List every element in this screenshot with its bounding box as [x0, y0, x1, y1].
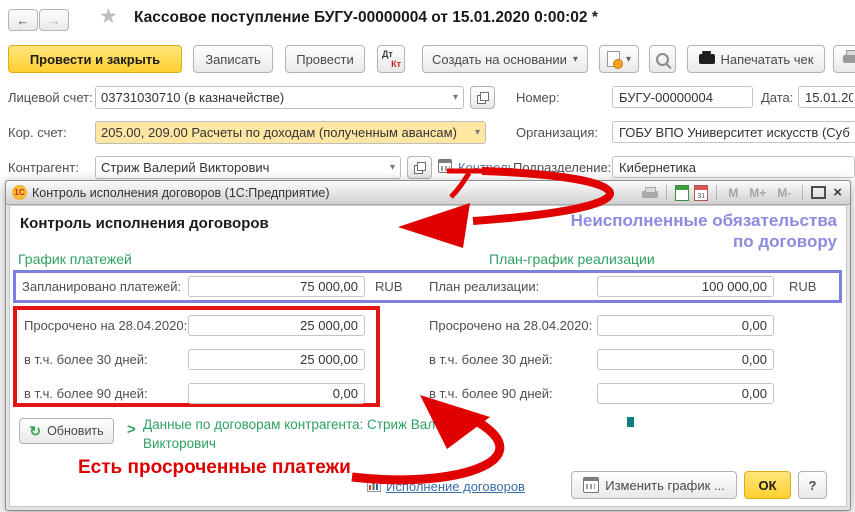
search-icon [656, 53, 669, 66]
favorite-star-icon[interactable]: ★ [99, 4, 118, 29]
separator [802, 185, 803, 200]
help-button[interactable]: ? [798, 471, 827, 499]
open-link-icon [414, 162, 426, 174]
chevron-down-icon: ▾ [626, 54, 631, 65]
calendar-icon [583, 477, 599, 493]
overdue-label: Просрочено на 28.04.2020: [24, 318, 187, 333]
print-preview-icon[interactable] [642, 191, 658, 198]
report-chart-icon [367, 478, 381, 492]
maximize-icon[interactable] [811, 186, 826, 199]
department-label: Подразделение: [513, 160, 611, 175]
refresh-icon: ↻ [29, 423, 41, 440]
document-clock-icon [607, 51, 620, 67]
teal-marker [627, 417, 634, 427]
calendar-icon[interactable]: 31 [694, 185, 708, 201]
corr-account-label: Кор. счет: [8, 125, 67, 140]
write-button[interactable]: Записать [193, 45, 273, 73]
post-and-close-button[interactable]: Провести и закрыть [8, 45, 182, 73]
over30-label-right: в т.ч. более 30 дней: [429, 352, 553, 367]
cash-register-icon [699, 54, 715, 64]
app-window: ← → ★ Кассовое поступление БУГУ-00000004… [0, 0, 855, 512]
corr-account-input[interactable] [96, 125, 470, 140]
over90-label-right: в т.ч. более 90 дней: [429, 386, 553, 401]
dt-icon: Дт [382, 49, 393, 59]
page-title: Кассовое поступление БУГУ-00000004 от 15… [134, 9, 598, 27]
chevron-down-icon[interactable]: ▾ [385, 162, 400, 173]
close-icon[interactable]: × [831, 184, 844, 201]
forward-arrow-icon: → [48, 13, 61, 28]
print-check-button[interactable]: Напечатать чек [687, 45, 825, 73]
payments-section-heading: График платежей [18, 251, 132, 267]
over90-label: в т.ч. более 90 дней: [24, 386, 148, 401]
over30-input[interactable] [188, 349, 365, 370]
contractor-open-button[interactable] [407, 156, 432, 179]
account-input[interactable] [96, 90, 448, 105]
contractor-label: Контрагент: [8, 160, 79, 175]
control-link[interactable]: Контроль [458, 160, 514, 175]
nav-forward-button[interactable]: → [39, 9, 69, 31]
number-input[interactable] [612, 86, 753, 108]
search-button[interactable] [649, 45, 676, 73]
refresh-button[interactable]: ↻ Обновить [19, 418, 114, 444]
overdue-payments-note: Есть просроченные платежи [78, 457, 351, 479]
realization-plan-label: План реализации: [429, 279, 539, 294]
unfulfilled-obligations-note: Неисполненные обязательства по договору [571, 210, 837, 252]
realization-plan-input[interactable] [597, 276, 774, 297]
over30-label: в т.ч. более 30 дней: [24, 352, 148, 367]
account-label: Лицевой счет: [8, 90, 93, 105]
over30-input-right[interactable] [597, 349, 774, 370]
department-input[interactable] [612, 156, 855, 178]
chevron-down-icon: ▾ [573, 54, 578, 65]
corr-account-combo: ▾ [95, 121, 486, 144]
overdue-label-right: Просрочено на 28.04.2020: [429, 318, 592, 333]
planned-payments-label: Запланировано платежей: [22, 279, 181, 294]
date-label: Дата: [761, 90, 793, 105]
separator [666, 185, 667, 200]
memory-m-minus-button[interactable]: M- [774, 186, 794, 200]
dialog-title: Контроль исполнения договоров (1С:Предпр… [32, 186, 637, 200]
organization-label: Организация: [516, 125, 598, 140]
kt-icon: Кт [391, 59, 401, 69]
calculator-icon[interactable] [675, 185, 689, 201]
post-button[interactable]: Провести [285, 45, 365, 73]
date-input[interactable] [798, 86, 855, 108]
number-label: Номер: [516, 90, 560, 105]
planned-payments-input[interactable] [188, 276, 365, 297]
over90-input-right[interactable] [597, 383, 774, 404]
print-button[interactable] [833, 45, 855, 73]
memory-m-button[interactable]: M [725, 186, 741, 200]
organization-input[interactable] [612, 121, 855, 143]
back-arrow-icon: ← [17, 13, 30, 28]
dialog-titlebar[interactable]: 1С Контроль исполнения договоров (1С:Пре… [6, 181, 850, 205]
document-history-button[interactable]: ▾ [599, 45, 639, 73]
change-schedule-button[interactable]: Изменить график ... [571, 471, 737, 499]
realization-section-heading: План-график реализации [489, 251, 655, 267]
1c-logo-icon: 1С [12, 185, 27, 200]
contractor-combo: ▾ [95, 156, 401, 179]
over90-input[interactable] [188, 383, 365, 404]
calendar-icon[interactable] [438, 159, 452, 173]
overdue-input[interactable] [188, 315, 365, 336]
currency-label: RUB [375, 279, 402, 294]
open-link-icon [477, 92, 489, 104]
ok-button[interactable]: ОК [744, 471, 791, 499]
create-on-basis-button[interactable]: Создать на основании ▾ [422, 45, 588, 73]
overdue-input-right[interactable] [597, 315, 774, 336]
chevron-down-icon[interactable]: ▾ [470, 127, 485, 138]
contracts-execution-link[interactable]: Исполнение договоров [386, 479, 525, 494]
dt-kt-button[interactable]: Дт Кт [377, 45, 405, 73]
memory-m-plus-button[interactable]: M+ [746, 186, 769, 200]
contractor-input[interactable] [96, 160, 385, 175]
separator [716, 185, 717, 200]
dialog-heading: Контроль исполнения договоров [20, 215, 269, 232]
chevron-right-icon: > [127, 421, 136, 438]
nav-back-button[interactable]: ← [8, 9, 38, 31]
account-combo: ▾ [95, 86, 464, 109]
contractor-note: Данные по договорам контрагента: Стриж В… [143, 415, 475, 453]
printer-icon [843, 55, 855, 63]
chevron-down-icon[interactable]: ▾ [448, 92, 463, 103]
currency-label: RUB [789, 279, 816, 294]
account-open-button[interactable] [470, 86, 495, 109]
